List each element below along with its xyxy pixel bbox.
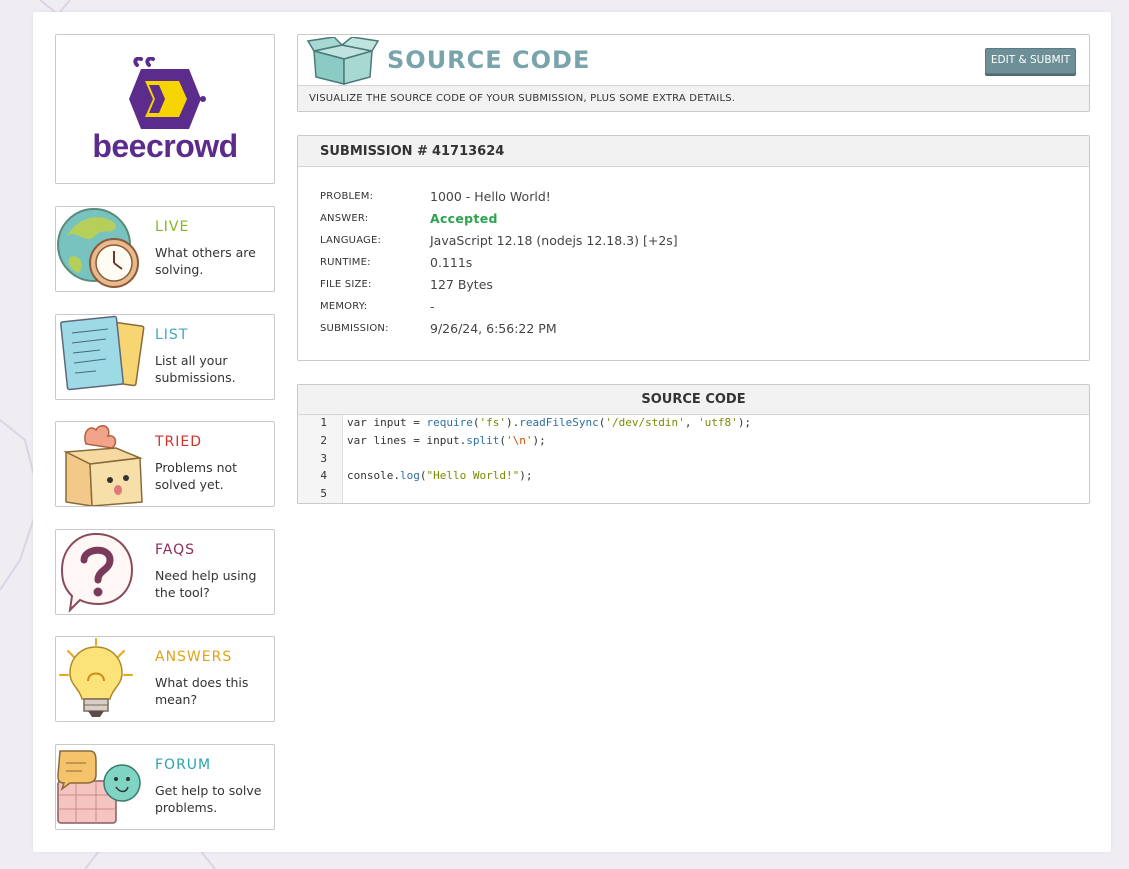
nav-title: TRIED <box>155 434 203 450</box>
info-row-problem: PROBLEM: 1000 - Hello World! <box>320 187 1020 209</box>
code-text: console.log("Hello World!"); <box>347 469 533 482</box>
submission-date-value: 9/26/24, 6:56:22 PM <box>430 321 557 336</box>
field-label: FILE SIZE: <box>320 279 372 290</box>
submission-id: 41713624 <box>431 144 505 159</box>
code-line[interactable]: 2 var lines = input.split('\n'); <box>298 433 1089 451</box>
nav-card-answers[interactable]: ANSWERS What does this mean? <box>55 636 275 722</box>
page-subtitle: VISUALIZE THE SOURCE CODE OF YOUR SUBMIS… <box>298 86 1089 111</box>
papers-icon <box>60 315 145 391</box>
line-number: 4 <box>320 469 327 482</box>
source-code-title: SOURCE CODE <box>298 385 1089 415</box>
open-box-icon <box>306 37 380 85</box>
file-size-value: 127 Bytes <box>430 277 493 292</box>
page-title: SOURCE CODE <box>387 46 591 74</box>
info-row-runtime: RUNTIME: 0.111s <box>320 253 1020 275</box>
nav-description: List all your submissions. <box>155 353 236 385</box>
box-icon <box>63 425 143 506</box>
lightbulb-icon <box>59 638 133 717</box>
code-line[interactable]: 4 console.log("Hello World!"); <box>298 468 1089 486</box>
brand-logo[interactable]: beecrowd <box>55 34 275 184</box>
brand-name: beecrowd <box>92 128 238 164</box>
code-line[interactable]: 5 <box>298 486 1089 503</box>
nav-card-faqs[interactable]: FAQS Need help using the tool? <box>55 529 275 615</box>
nav-description: What does this mean? <box>155 675 249 707</box>
answer-status: Accepted <box>430 211 498 226</box>
nav-title: LIST <box>155 327 189 343</box>
info-row-memory: MEMORY: - <box>320 297 1020 319</box>
line-number: 3 <box>320 452 327 465</box>
header-top: SOURCE CODE EDIT & SUBMIT <box>298 35 1089 86</box>
nav-description: Problems not solved yet. <box>155 460 238 492</box>
code-line[interactable]: 1 var input = require('fs').readFileSync… <box>298 415 1089 433</box>
memory-value: - <box>430 299 435 314</box>
nav-card-tried[interactable]: TRIED Problems not solved yet. <box>55 421 275 507</box>
edit-submit-button[interactable]: EDIT & SUBMIT <box>985 48 1076 74</box>
nav-card-forum[interactable]: FORUM Get help to solve problems. <box>55 744 275 830</box>
line-number: 2 <box>320 434 327 447</box>
field-label: PROBLEM: <box>320 191 374 202</box>
problem-link[interactable]: 1000 - Hello World! <box>430 189 551 204</box>
line-number: 1 <box>320 416 327 429</box>
submission-title: SUBMISSION #41713624 <box>298 136 1089 167</box>
nav-title: LIVE <box>155 219 190 235</box>
nav-description: Get help to solve problems. <box>155 783 262 815</box>
info-row-submission: SUBMISSION: 9/26/24, 6:56:22 PM <box>320 319 1020 341</box>
nav-title: FORUM <box>155 757 212 773</box>
info-row-file-size: FILE SIZE: 127 Bytes <box>320 275 1020 297</box>
source-code-panel: SOURCE CODE 1 var input = require('fs').… <box>297 384 1090 504</box>
submission-title-prefix: SUBMISSION # <box>320 144 428 159</box>
runtime-value: 0.111s <box>430 255 473 270</box>
code-text: var lines = input.split('\n'); <box>347 434 546 447</box>
nav-card-list[interactable]: LIST List all your submissions. <box>55 314 275 400</box>
globe-clock-icon <box>57 208 139 288</box>
bee-logo-icon <box>129 57 206 129</box>
info-row-language: LANGUAGE: JavaScript 12.18 (nodejs 12.18… <box>320 231 1020 253</box>
code-line[interactable]: 3 <box>298 451 1089 469</box>
field-label: RUNTIME: <box>320 257 371 268</box>
field-label: MEMORY: <box>320 301 368 312</box>
nav-card-live[interactable]: LIVE What others are solving. <box>55 206 275 292</box>
nav-title: FAQS <box>155 542 196 558</box>
info-row-answer: ANSWER: Accepted <box>320 209 1020 231</box>
submission-details: SUBMISSION #41713624 PROBLEM: 1000 - Hel… <box>297 135 1090 361</box>
nav-description: Need help using the tool? <box>155 568 257 600</box>
page-header: SOURCE CODE EDIT & SUBMIT VISUALIZE THE … <box>297 34 1090 112</box>
language-value: JavaScript 12.18 (nodejs 12.18.3) [+2s] <box>430 233 678 248</box>
field-label: ANSWER: <box>320 213 369 224</box>
chat-bubbles-icon <box>57 750 141 824</box>
code-text: var input = require('fs').readFileSync('… <box>347 416 752 429</box>
question-bubble-icon <box>60 532 134 613</box>
line-number: 5 <box>320 487 327 500</box>
nav-title: ANSWERS <box>155 649 233 665</box>
field-label: SUBMISSION: <box>320 323 389 334</box>
field-label: LANGUAGE: <box>320 235 382 246</box>
nav-description: What others are solving. <box>155 245 256 277</box>
main-panel: beecrowd LIVE What others are solving. L… <box>33 12 1111 852</box>
